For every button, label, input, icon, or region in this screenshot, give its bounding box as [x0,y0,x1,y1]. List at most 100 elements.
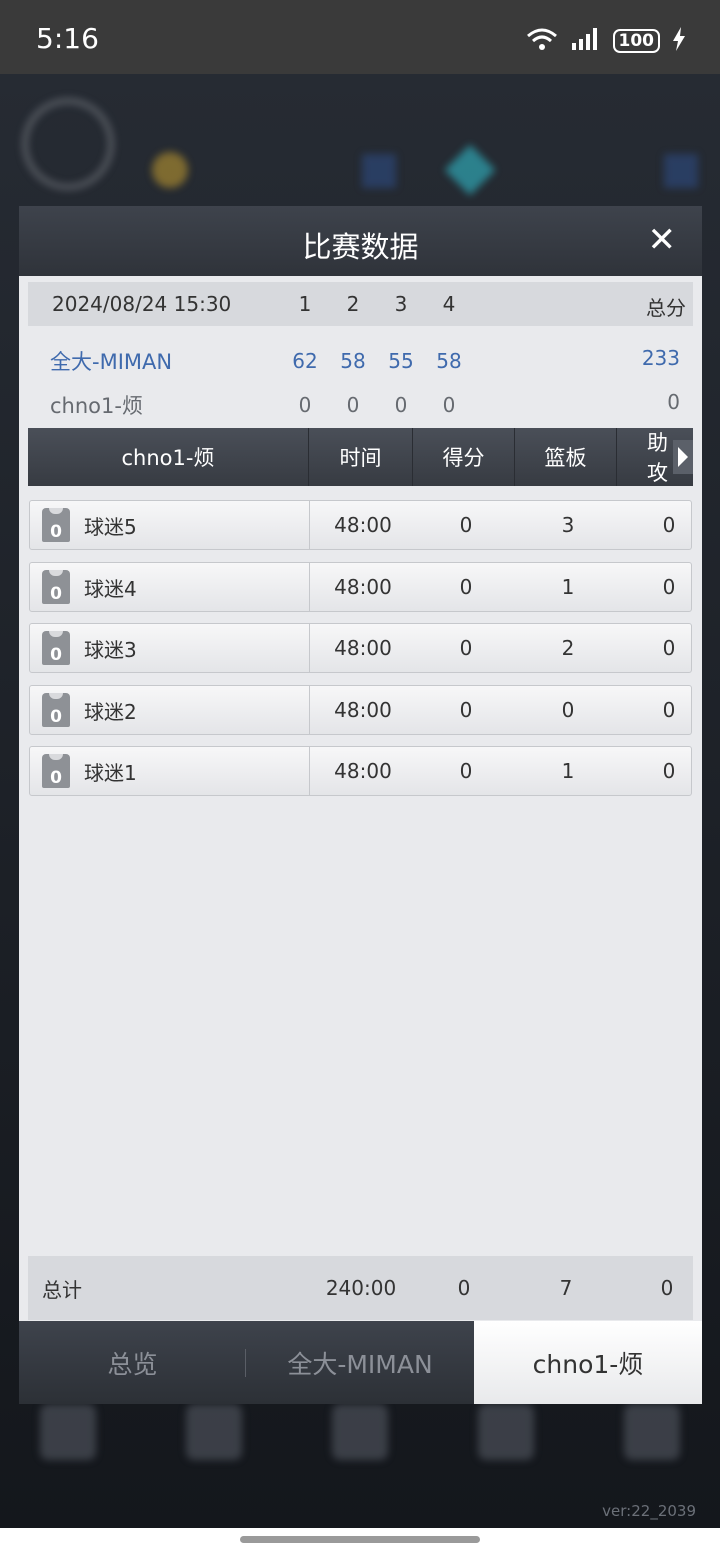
jersey-icon: 0 [42,631,70,665]
points-cell: 0 [459,759,473,783]
nav-icon [186,1404,242,1460]
team-name: chno1-烦 [50,394,143,418]
rebounds-cell: 1 [561,759,575,783]
column-header-assists[interactable]: 助攻 [617,428,673,486]
battery-icon: 100 [612,29,660,53]
jersey-number: 0 [50,584,62,604]
player-name: 球迷3 [84,637,137,662]
signal-icon [571,27,601,55]
scoreboard-row-home: 全大-MIMAN 62 58 55 58 233 [28,338,693,380]
player-name: 球迷5 [84,514,137,539]
status-time: 5:16 [36,22,99,55]
team-tabs: 总览 全大-MIMAN chno1-烦 [19,1321,702,1404]
add-gem-button [664,154,698,188]
status-icons: 100 [525,26,687,56]
quarter-score: 62 [292,349,318,373]
quarter-score: 55 [388,349,414,373]
player-name-cell: 0 球迷4 [30,563,310,611]
scoreboard-header: 2024/08/24 15:30 1 2 3 4 总分 [28,282,693,326]
player-name: 球迷2 [84,699,137,724]
gem-icon [444,144,496,196]
time-cell: 48:00 [334,513,392,537]
time-cell: 48:00 [334,759,392,783]
tab-home-team[interactable]: 全大-MIMAN [246,1321,474,1404]
scroll-right-arrow-icon[interactable] [673,440,693,474]
points-cell: 0 [459,575,473,599]
totals-label: 总计 [42,1277,82,1302]
table-row[interactable]: 0 球迷3 48:00 0 2 0 [29,623,692,673]
total-label: 总分 [646,296,686,320]
assists-cell: 0 [662,698,676,722]
team-total: 233 [641,346,680,370]
charging-icon [672,27,686,55]
coin-icon [152,152,188,188]
table-row[interactable]: 0 球迷2 48:00 0 0 0 [29,685,692,735]
quarter-score: 58 [436,349,462,373]
tab-overview[interactable]: 总览 [19,1321,246,1404]
team-logo-icon [22,98,114,190]
jersey-icon: 0 [42,693,70,727]
jersey-icon: 0 [42,754,70,788]
totals-points: 0 [457,1276,471,1300]
nav-icon [478,1404,534,1460]
quarter-3-label: 3 [394,292,408,316]
totals-row: 总计 240:00 0 7 0 [28,1256,693,1320]
jersey-icon: 0 [42,508,70,542]
points-cell: 0 [459,513,473,537]
assists-cell: 0 [662,636,676,660]
home-indicator-bar [0,1528,720,1554]
version-label: ver:22_2039 [602,1502,696,1520]
player-name-cell: 0 球迷3 [30,624,310,672]
totals-time: 240:00 [325,1276,397,1300]
table-row[interactable]: 0 球迷1 48:00 0 1 0 [29,746,692,796]
time-cell: 48:00 [334,698,392,722]
quarter-4-label: 4 [442,292,456,316]
quarter-2-label: 2 [346,292,360,316]
add-coin-button [362,154,396,188]
time-cell: 48:00 [334,636,392,660]
match-date: 2024/08/24 15:30 [52,292,232,316]
modal-header: 比赛数据 ✕ [19,206,702,276]
quarter-score: 0 [346,393,360,417]
column-header-points[interactable]: 得分 [413,428,515,486]
modal-title: 比赛数据 [302,230,419,264]
totals-assists: 0 [660,1276,674,1300]
time-cell: 48:00 [334,575,392,599]
nav-icon [332,1404,388,1460]
quarter-1-label: 1 [298,292,312,316]
assists-cell: 0 [662,513,676,537]
match-data-modal: 比赛数据 ✕ 2024/08/24 15:30 1 2 3 4 总分 全大-MI… [19,206,702,1404]
totals-rebounds: 7 [559,1276,573,1300]
nav-icon [624,1404,680,1460]
jersey-number: 0 [50,645,62,665]
table-team-name: chno1-烦 [28,428,309,486]
tab-away-team[interactable]: chno1-烦 [474,1321,702,1404]
rebounds-cell: 1 [561,575,575,599]
battery-level: 100 [618,31,655,51]
rebounds-cell: 0 [561,698,575,722]
rebounds-cell: 3 [561,513,575,537]
scoreboard-row-away: chno1-烦 0 0 0 0 0 [28,382,693,424]
column-header-time[interactable]: 时间 [309,428,413,486]
jersey-icon: 0 [42,570,70,604]
close-button[interactable]: ✕ [648,220,677,260]
bottom-nav [40,1404,680,1460]
quarter-score: 0 [298,393,312,417]
jersey-number: 0 [50,768,62,788]
table-row[interactable]: 0 球迷4 48:00 0 1 0 [29,562,692,612]
points-cell: 0 [459,636,473,660]
team-total: 0 [667,390,680,414]
assists-cell: 0 [662,759,676,783]
jersey-number: 0 [50,522,62,542]
home-indicator[interactable] [240,1536,480,1543]
rebounds-cell: 2 [561,636,575,660]
player-name-cell: 0 球迷5 [30,501,310,549]
points-cell: 0 [459,698,473,722]
player-table-header: chno1-烦 时间 得分 篮板 助攻 [28,428,693,486]
player-name: 球迷4 [84,576,137,601]
player-name: 球迷1 [84,760,137,785]
status-bar: 5:16 100 [0,0,720,74]
player-name-cell: 0 球迷1 [30,747,310,795]
column-header-rebounds[interactable]: 篮板 [515,428,617,486]
table-row[interactable]: 0 球迷5 48:00 0 3 0 [29,500,692,550]
